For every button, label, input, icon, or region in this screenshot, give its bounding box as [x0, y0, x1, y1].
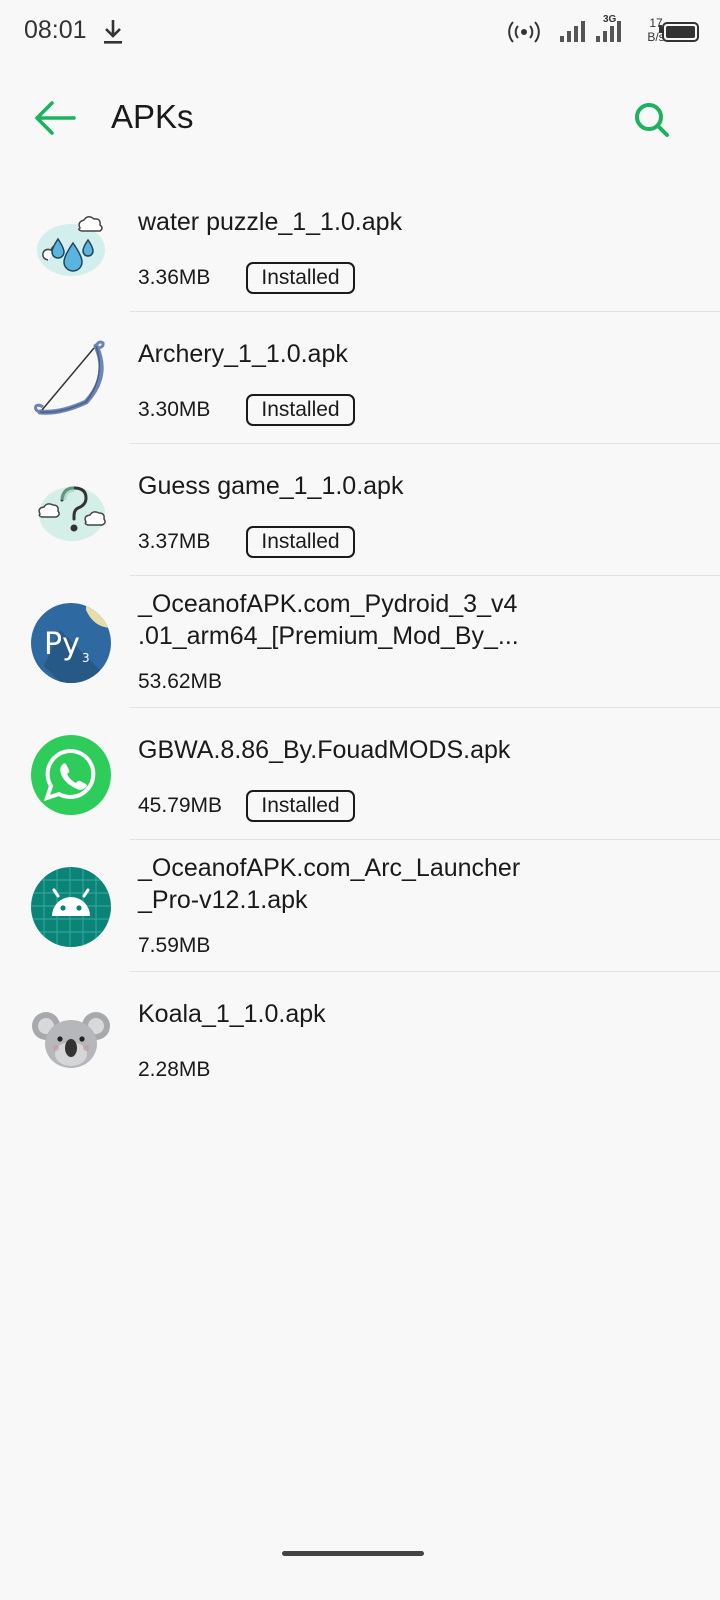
hotspot-icon [508, 21, 540, 43]
installed-badge: Installed [246, 790, 355, 822]
list-item[interactable]: _OceanofAPK.com_Arc_Launcher _Pro-v12.1.… [0, 840, 720, 972]
file-name: Koala_1_1.0.apk [138, 1000, 326, 1028]
file-name: water puzzle_1_1.0.apk [138, 208, 403, 236]
file-name: GBWA.8.86_By.FouadMODS.apk [138, 736, 511, 764]
download-icon [104, 20, 122, 44]
file-size: 53.62MB [138, 670, 223, 693]
list-item[interactable]: water puzzle_1_1.0.apk 3.36MB Installed [0, 180, 720, 312]
list-item[interactable]: Guess game_1_1.0.apk 3.37MB Installed [0, 444, 720, 576]
app-bar: APKs [0, 80, 720, 160]
search-button[interactable] [630, 98, 674, 142]
list-item[interactable]: GBWA.8.86_By.FouadMODS.apk 45.79MB Insta… [0, 708, 720, 840]
file-size: 3.30MB [138, 398, 211, 421]
back-arrow-icon [35, 101, 76, 135]
file-name: _OceanofAPK.com_Pydroid_3_v4 .01_arm64_[… [138, 590, 519, 650]
installed-badge: Installed [246, 394, 355, 426]
pydroid-icon: Py 3 [31, 603, 111, 683]
svg-text:Py: Py [44, 627, 80, 662]
list-item[interactable]: Archery_1_1.0.apk 3.30MB Installed [0, 312, 720, 444]
whatsapp-icon [31, 735, 111, 815]
battery-icon [659, 22, 699, 42]
svg-text:3: 3 [82, 651, 90, 665]
file-name: Guess game_1_1.0.apk [138, 472, 404, 500]
page-title: APKs [111, 98, 194, 135]
installed-badge: Installed [246, 262, 355, 294]
signal-icon [596, 21, 621, 42]
file-size: 7.59MB [138, 934, 211, 957]
file-name: _OceanofAPK.com_Arc_Launcher _Pro-v12.1.… [138, 854, 521, 914]
home-indicator[interactable] [282, 1551, 424, 1556]
installed-badge: Installed [246, 526, 355, 558]
bow-icon [34, 340, 105, 415]
question-cloud-icon [38, 486, 106, 541]
back-button[interactable] [30, 96, 80, 140]
android-icon [31, 867, 111, 947]
status-bar: 08:01 3G 17 B/s [0, 0, 720, 64]
koala-icon [32, 1012, 110, 1068]
file-size: 2.28MB [138, 1058, 211, 1081]
file-size: 3.37MB [138, 530, 211, 553]
water-drops-icon [37, 216, 105, 276]
list-item[interactable]: Koala_1_1.0.apk 2.28MB [0, 972, 720, 1104]
file-size: 45.79MB [138, 794, 223, 817]
search-icon [635, 103, 669, 137]
file-size: 3.36MB [138, 266, 211, 289]
file-name: Archery_1_1.0.apk [138, 340, 348, 368]
list-item[interactable]: Py 3 _OceanofAPK.com_Pydroid_3_v4 .01_ar… [0, 576, 720, 708]
signal-icon [560, 21, 585, 42]
status-time: 08:01 [24, 16, 87, 44]
apk-list: water puzzle_1_1.0.apk 3.36MB Installed … [0, 180, 720, 1104]
